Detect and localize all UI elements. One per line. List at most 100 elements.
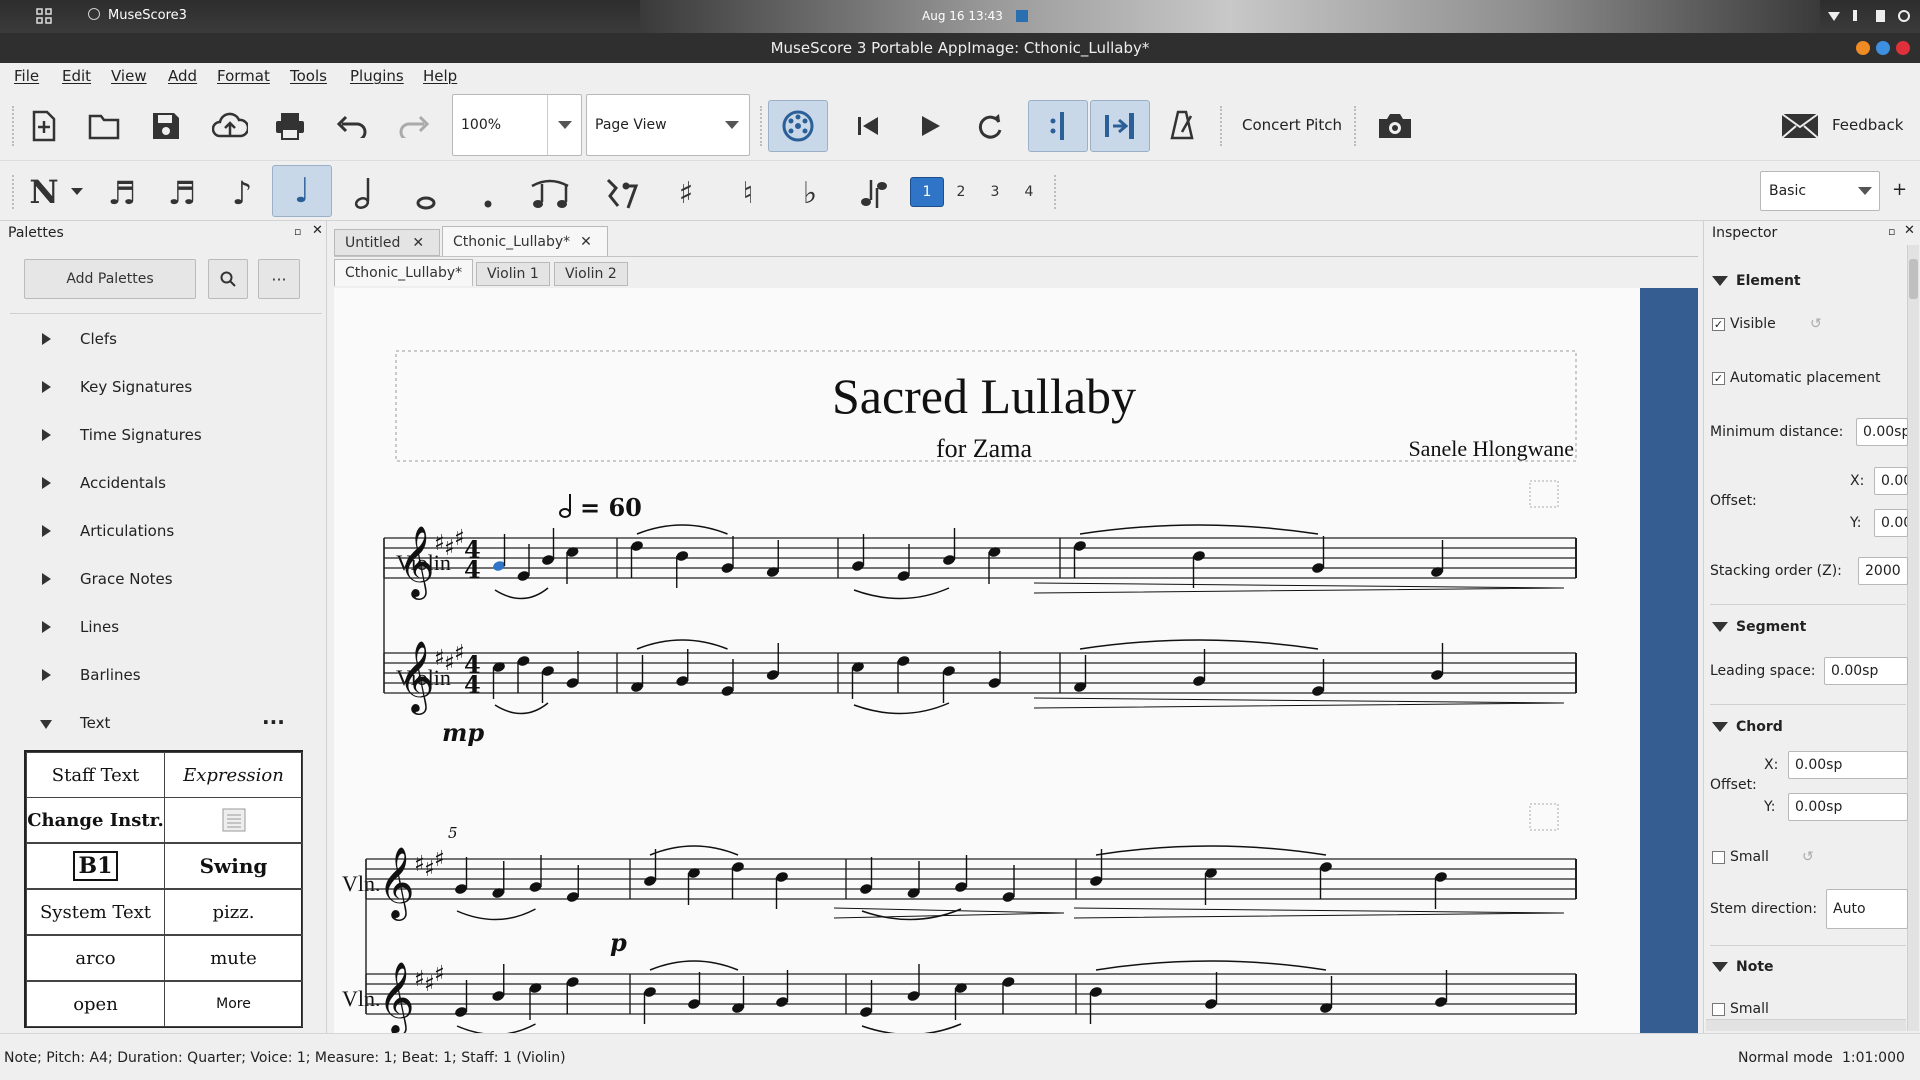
reset-icon[interactable]: ↺ <box>1802 849 1814 865</box>
score-title[interactable]: Sacred Lullaby <box>832 368 1136 424</box>
inspector-scrollbar[interactable] <box>1907 245 1919 1031</box>
score-subtitle[interactable]: for Zama <box>936 434 1032 463</box>
palette-articulations[interactable]: Articulations <box>0 512 320 552</box>
cloud-upload-icon[interactable] <box>208 106 252 146</box>
volume-icon[interactable] <box>1853 10 1863 21</box>
system-text-cell[interactable]: System Text <box>26 889 165 935</box>
open-cell[interactable]: open <box>26 981 165 1027</box>
score-page[interactable]: Sacred Lullaby for Zama Sanele Hlongwane… <box>334 288 1640 1033</box>
score-composer[interactable]: Sanele Hlongwane <box>1408 436 1574 461</box>
chevron-down-icon[interactable] <box>1851 187 1879 195</box>
swing-cell[interactable]: Swing <box>164 843 303 889</box>
small-checkbox[interactable] <box>1712 851 1725 864</box>
pan-score-icon[interactable] <box>1090 100 1150 152</box>
chord-offset-x-input[interactable]: 0.00sp <box>1788 751 1908 779</box>
redo-icon[interactable] <box>394 106 434 146</box>
menu-view[interactable]: View <box>111 67 147 85</box>
subtab-score[interactable]: Cthonic_Lullaby* <box>334 259 474 286</box>
close-icon[interactable]: ✕ <box>1904 223 1915 238</box>
stacking-order-input[interactable]: 2000 <box>1858 557 1908 585</box>
toolbar-handle[interactable] <box>12 175 14 209</box>
battery-icon[interactable] <box>1876 10 1885 22</box>
augmentation-dot-icon[interactable] <box>468 173 508 213</box>
save-icon[interactable] <box>146 106 186 146</box>
feedback-envelope-icon[interactable] <box>1780 110 1820 142</box>
system-break-icon[interactable] <box>1529 480 1559 508</box>
zoom-combo[interactable]: 100% <box>452 94 582 156</box>
palette-time-signatures[interactable]: Time Signatures <box>0 416 320 456</box>
play-icon[interactable] <box>910 106 950 146</box>
palette-accidentals[interactable]: Accidentals <box>0 464 320 504</box>
chord-offset-y-input[interactable]: 0.00sp <box>1788 793 1908 821</box>
undo-icon[interactable] <box>332 106 372 146</box>
section-segment[interactable]: Segment <box>1712 619 1806 635</box>
reset-icon[interactable]: ↺ <box>1810 316 1822 332</box>
offset-y-input[interactable]: 0.00sp <box>1874 509 1908 537</box>
32nd-note-icon[interactable]: ♬ <box>162 173 202 213</box>
close-icon[interactable]: ✕ <box>412 235 424 251</box>
rehearsal-mark-cell[interactable]: B1 <box>26 843 165 889</box>
section-chord[interactable]: Chord <box>1712 719 1783 735</box>
subtab-violin-1[interactable]: Violin 1 <box>476 262 550 286</box>
leading-space-input[interactable]: 0.00sp <box>1824 657 1908 685</box>
instrument-change-cell[interactable] <box>164 797 303 843</box>
eighth-note-icon[interactable]: ♪ <box>222 173 262 213</box>
print-icon[interactable] <box>270 106 310 146</box>
tempo-marking[interactable]: = 60 <box>559 493 642 522</box>
palette-grace-notes[interactable]: Grace Notes <box>0 560 320 600</box>
section-note[interactable]: Note <box>1712 959 1774 975</box>
toolbar-handle[interactable] <box>12 106 14 146</box>
view-mode-combo[interactable]: Page View <box>586 94 750 156</box>
menu-help[interactable]: Help <box>423 67 457 85</box>
tie-icon[interactable] <box>526 173 574 213</box>
horizontal-scrollbar[interactable] <box>1706 1019 1906 1031</box>
maximize-button[interactable] <box>1876 41 1890 55</box>
dynamic-mp[interactable]: mp <box>442 718 484 747</box>
rest-icon[interactable] <box>596 173 644 213</box>
64th-note-icon[interactable]: ♬ <box>102 173 142 213</box>
staff-name-4[interactable]: Vln. <box>342 986 381 1011</box>
stem-direction-combo[interactable]: Auto <box>1826 889 1908 929</box>
close-window-button[interactable] <box>1896 41 1910 55</box>
menu-file[interactable]: File <box>14 67 39 85</box>
palette-key-signatures[interactable]: Key Signatures <box>0 368 320 408</box>
power-icon[interactable] <box>1898 10 1910 22</box>
palette-text[interactable]: Text ··· <box>0 704 320 744</box>
metronome-icon[interactable] <box>1162 106 1202 146</box>
minimize-button[interactable] <box>1856 41 1870 55</box>
offset-x-input[interactable]: 0.00sp <box>1874 467 1908 495</box>
add-palettes-button[interactable]: Add Palettes <box>24 259 196 299</box>
undock-icon[interactable]: ▫ <box>294 225 301 238</box>
visible-checkbox[interactable]: ✓ <box>1712 318 1725 331</box>
chevron-down-icon[interactable] <box>715 121 749 129</box>
expression-cell[interactable]: Expression <box>164 752 303 798</box>
note-input-mode-icon[interactable]: N <box>24 173 64 211</box>
close-icon[interactable]: ✕ <box>580 234 592 250</box>
pizz-cell[interactable]: pizz. <box>164 889 303 935</box>
palette-barlines[interactable]: Barlines <box>0 656 320 696</box>
feedback-button[interactable]: Feedback <box>1832 116 1903 134</box>
rewind-icon[interactable] <box>848 106 888 146</box>
open-folder-icon[interactable] <box>84 106 124 146</box>
palette-clefs[interactable]: Clefs <box>0 320 320 360</box>
workspace-combo[interactable]: Basic <box>1760 171 1880 211</box>
staff-text-cell[interactable]: Staff Text <box>26 752 165 798</box>
chevron-down-icon[interactable] <box>547 95 581 155</box>
app-grid-icon[interactable] <box>36 8 52 24</box>
notation-layer[interactable]: 𝄞 ♯ ♯ ♯ 44𝄞 ♯ ♯ ♯ 44𝄞 ♯ ♯ ♯𝄞 ♯ ♯ ♯ <box>365 524 1577 1033</box>
clock[interactable]: Aug 16 13:43 <box>922 9 1003 23</box>
tab-cthonic-lullaby[interactable]: Cthonic_Lullaby* ✕ <box>442 226 608 256</box>
tab-untitled[interactable]: Untitled ✕ <box>334 229 440 256</box>
staff-name-3[interactable]: Vln. <box>342 871 381 896</box>
dynamic-p[interactable]: p <box>610 928 627 957</box>
score-canvas[interactable]: Sacred Lullaby for Zama Sanele Hlongwane… <box>334 288 1640 1033</box>
voice-4-button[interactable]: 4 <box>1016 177 1042 207</box>
camera-icon[interactable] <box>1374 106 1416 146</box>
mute-cell[interactable]: mute <box>164 935 303 981</box>
mixer-icon[interactable] <box>768 100 828 152</box>
voice-3-button[interactable]: 3 <box>982 177 1008 207</box>
half-note-icon[interactable] <box>344 173 384 213</box>
chevron-down-icon[interactable] <box>70 185 84 197</box>
network-icon[interactable] <box>1828 12 1840 21</box>
menu-plugins[interactable]: Plugins <box>350 67 404 85</box>
